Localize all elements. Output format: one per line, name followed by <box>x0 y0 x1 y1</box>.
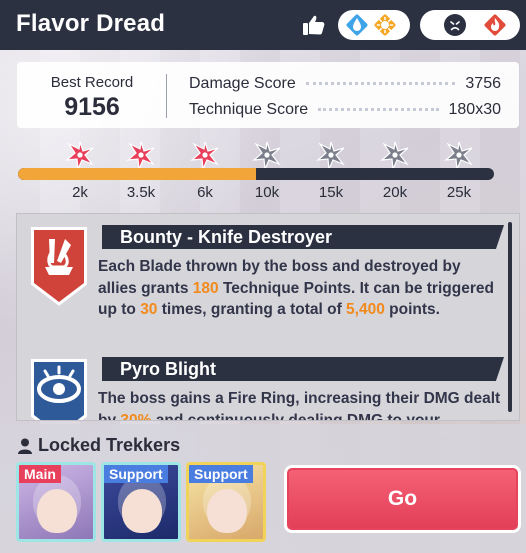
highlight-value: 30% <box>120 411 152 421</box>
technique-score-label: Technique Score <box>189 101 309 118</box>
title-bar: Flavor Dread <box>0 0 526 50</box>
trekker-portrait[interactable]: Support <box>101 462 181 542</box>
light-element-icon <box>374 14 396 36</box>
dotted-leader <box>305 81 456 85</box>
milestone-star-achieved-icon <box>126 141 155 170</box>
highlight-value: 180 <box>192 279 219 297</box>
score-progress-bar <box>18 168 494 180</box>
locked-trekkers-title: Locked Trekkers <box>38 435 181 455</box>
effect-title-ribbon: Pyro Blight <box>102 357 504 381</box>
milestone-star-locked-icon <box>444 141 473 170</box>
milestone-tick-label: 20k <box>382 184 408 201</box>
highlight-value: 5,400 <box>346 301 385 318</box>
effect-description: Each Blade thrown by the boss and destro… <box>98 256 503 321</box>
milestone-tick-label: 3.5k <box>126 184 156 201</box>
milestone-tick-label: 25k <box>446 184 472 201</box>
pyro-blight-icon <box>29 357 89 420</box>
highlight-value: 30 <box>140 301 158 318</box>
score-progress-fill <box>18 168 256 180</box>
milestone-tick-label: 2k <box>72 184 88 201</box>
technique-score-value: 180x30 <box>448 101 502 118</box>
best-record-label: Best Record <box>50 74 134 91</box>
damage-score-label: Damage Score <box>189 75 296 92</box>
trekker-portrait[interactable]: Support <box>186 462 266 542</box>
resist-elements-pill <box>420 10 520 40</box>
effect-title-ribbon: Bounty - Knife Destroyer <box>102 225 504 249</box>
knife-destroyer-icon <box>29 225 89 309</box>
milestone-tick-label: 6k <box>197 184 213 201</box>
boss-title: Flavor Dread <box>16 10 166 37</box>
character-portrait <box>207 489 247 533</box>
milestone-tick-label: 10k <box>254 184 280 201</box>
damage-score-value: 3756 <box>465 75 501 92</box>
boss-effects-panel[interactable]: Bounty - Knife Destroyer Each Blade thro… <box>16 213 520 421</box>
description-text: times, granting a total of <box>157 301 347 318</box>
go-button[interactable]: Go <box>284 465 521 533</box>
description-text: points. <box>384 301 440 318</box>
best-record-value: 9156 <box>64 93 120 121</box>
effect-title: Bounty - Knife Destroyer <box>120 227 333 247</box>
milestone-star-locked-icon <box>252 141 281 170</box>
trekker-portrait[interactable]: Main <box>16 462 96 542</box>
effects-scrollbar[interactable] <box>508 222 512 412</box>
technique-score-row: Technique Score 180x30 <box>189 99 501 121</box>
milestone-star-achieved-icon <box>65 141 94 170</box>
character-portrait <box>122 489 162 533</box>
locked-trekkers-heading: Locked Trekkers <box>18 435 180 456</box>
character-portrait <box>37 489 77 533</box>
dotted-leader <box>318 107 439 111</box>
divider <box>166 74 167 118</box>
frown-face-icon <box>444 14 466 36</box>
go-button-label: Go <box>387 487 418 510</box>
effect-description: The boss gains a Fire Ring, increasing t… <box>98 388 503 421</box>
trekker-role-tag: Main <box>19 465 61 483</box>
milestone-star-locked-icon <box>380 141 409 170</box>
fire-element-icon <box>484 14 506 36</box>
trekker-role-tag: Support <box>189 465 253 483</box>
trekker-role-tag: Support <box>104 465 168 483</box>
person-icon <box>18 438 32 454</box>
effect-title: Pyro Blight <box>120 359 217 379</box>
weak-elements-pill <box>338 10 410 40</box>
damage-score-row: Damage Score 3756 <box>189 73 501 95</box>
description-text: and continuously dealing DMG to your <box>151 411 440 421</box>
milestone-tick-label: 15k <box>318 184 344 201</box>
milestone-star-achieved-icon <box>190 141 219 170</box>
record-panel: Best Record 9156 Damage Score 3756 Techn… <box>17 62 519 128</box>
milestone-star-locked-icon <box>316 141 345 170</box>
thumbs-up-icon[interactable] <box>302 14 326 36</box>
water-element-icon <box>346 14 368 36</box>
